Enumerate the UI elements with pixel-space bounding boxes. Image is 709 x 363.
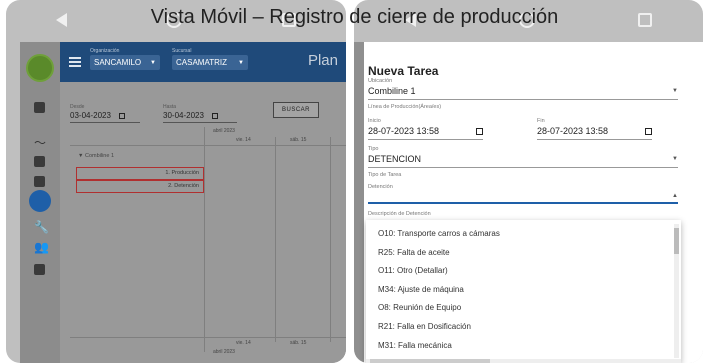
organization-value: SANCAMILO (94, 58, 142, 67)
chevron-down-icon: ▼ (150, 59, 156, 66)
calendar-icon[interactable] (645, 127, 652, 135)
date-to-field[interactable]: Hasta 30-04-2023 (163, 104, 237, 123)
gantt-row-stop[interactable]: 2. Detención (76, 180, 204, 193)
new-task-form: Nueva Tarea Ubicación Combiline 1 ▼ Línea… (366, 42, 703, 363)
calendar-icon[interactable] (34, 176, 45, 187)
menu-icon[interactable] (69, 57, 81, 67)
stop-description-label: Descripción de Detención (368, 211, 431, 217)
task-type-field[interactable]: Tipo de Tarea (368, 172, 678, 178)
month-label-bottom: abril 2023 (213, 349, 235, 355)
company-logo (26, 54, 54, 82)
month-label-top: abril 2023 (213, 128, 235, 134)
gantt-row-production[interactable]: 1. Producción (76, 167, 204, 180)
stop-description-field: Descripción de Detención (368, 211, 678, 217)
date-from-field[interactable]: Desde 03-04-2023 (70, 104, 140, 123)
day-label: vie. 14 (236, 340, 251, 346)
group-row[interactable]: ▼ Combiline 1 (78, 153, 114, 159)
date-to-label: Hasta (163, 104, 177, 110)
start-value: 28-07-2023 13:58 (368, 126, 440, 136)
date-to-value: 30-04-2023 (163, 111, 204, 120)
task-type-label: Tipo de Tarea (368, 172, 402, 178)
scrollbar-thumb[interactable] (674, 228, 679, 254)
type-value: DETENCION (368, 154, 422, 164)
form-title: Nueva Tarea (368, 64, 439, 78)
dashboard-icon[interactable] (34, 102, 45, 113)
main-content: Desde 03-04-2023 Hasta 30-04-2023 BUSCAR… (60, 82, 346, 363)
chevron-down-icon: ▼ (672, 156, 678, 162)
calendar-icon[interactable] (476, 127, 483, 135)
list-item[interactable]: M34: Ajuste de máquina (366, 281, 681, 300)
phone-frame-left: 〜 🔧 👥 Organización SANCAMILO ▼ Sucursal C… (6, 0, 346, 363)
type-select[interactable]: Tipo DETENCION ▼ (368, 146, 678, 168)
search-button[interactable]: BUSCAR (273, 102, 319, 118)
organization-select[interactable]: Organización SANCAMILO ▼ (90, 48, 160, 70)
date-from-label: Desde (70, 104, 85, 110)
schedule-icon[interactable] (29, 190, 51, 212)
chevron-down-icon: ▲ (672, 192, 678, 199)
wrench-icon[interactable]: 🔧 (34, 220, 49, 234)
day-label: sáb. 15 (290, 137, 307, 143)
document-icon[interactable] (34, 156, 45, 167)
location-value: Combiline 1 (368, 86, 416, 96)
organization-label: Organización (90, 48, 120, 54)
end-datetime-field[interactable]: Fin 28-07-2023 13:58 (537, 118, 652, 140)
branch-select[interactable]: Sucursal CASAMATRIZ ▼ (172, 48, 248, 70)
branch-value: CASAMATRIZ (176, 58, 227, 67)
page-title: Plan (307, 52, 338, 69)
calendar-icon[interactable] (211, 112, 218, 119)
date-from-value: 03-04-2023 (70, 111, 111, 120)
end-value: 28-07-2023 13:58 (537, 126, 609, 136)
branch-label: Sucursal (172, 48, 192, 54)
top-bar: Organización SANCAMILO ▼ Sucursal CASAMAT… (60, 42, 346, 82)
day-label: vie. 14 (236, 137, 251, 143)
vertical-scrollbar[interactable] (674, 224, 679, 358)
production-line-label: Línea de Producción(Área/es) (368, 104, 442, 110)
calendar-icon[interactable] (118, 112, 125, 119)
chevron-down-icon: ▼ (238, 59, 244, 66)
list-item[interactable]: O8: Reunión de Equipo (366, 299, 681, 318)
stop-options-list[interactable]: O10: Transporte carros a cámaras R25: Fa… (366, 220, 681, 363)
app-screen-left: 〜 🔧 👥 Organización SANCAMILO ▼ Sucursal C… (20, 42, 346, 363)
list-item[interactable]: R25: Falta de aceite (366, 244, 681, 263)
list-item[interactable]: O11: Otro (Detallar) (366, 262, 681, 281)
gantt-chart: abril 2023 vie. 14 sáb. 15 ▼ Combiline 1… (70, 127, 346, 357)
production-line-field[interactable]: Línea de Producción(Área/es) (368, 104, 678, 110)
phone-frame-right: Nueva Tarea Ubicación Combiline 1 ▼ Línea… (354, 0, 703, 363)
users-icon[interactable]: 👥 (34, 240, 49, 254)
horizontal-scrollbar[interactable] (366, 359, 681, 363)
list-item[interactable]: R21: Falla en Dosificación (366, 318, 681, 337)
list-item[interactable]: O10: Transporte carros a cámaras (366, 225, 681, 244)
scrollbar-thumb[interactable] (370, 359, 490, 363)
stop-select[interactable]: Detención ▲ (368, 184, 678, 204)
page-caption: Vista Móvil – Registro de cierre de prod… (150, 6, 559, 28)
report-icon[interactable] (34, 264, 45, 275)
day-label: sáb. 15 (290, 340, 307, 346)
list-item[interactable]: M31: Falla mecánica (366, 337, 681, 356)
chart-icon[interactable]: 〜 (34, 134, 46, 151)
sidebar: 〜 🔧 👥 (20, 42, 60, 363)
chevron-down-icon: ▼ (672, 88, 678, 94)
start-datetime-field[interactable]: Inicio 28-07-2023 13:58 (368, 118, 483, 140)
location-select[interactable]: Ubicación Combiline 1 ▼ (368, 78, 678, 100)
app-screen-right: Nueva Tarea Ubicación Combiline 1 ▼ Línea… (354, 42, 703, 363)
